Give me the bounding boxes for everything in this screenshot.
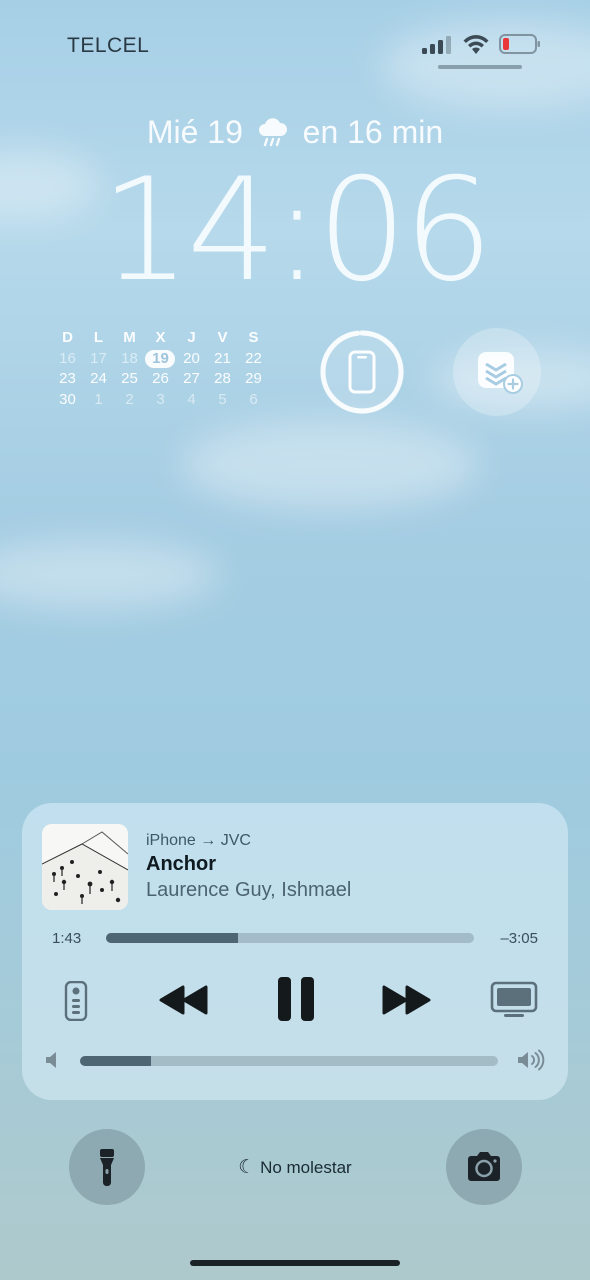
calendar-day: 1	[94, 390, 103, 408]
calendar-day: 2	[125, 390, 134, 408]
remaining-time: –3:05	[500, 930, 538, 947]
calendar-day: 16	[59, 349, 76, 367]
calendar-day: 5	[218, 390, 227, 408]
status-bar: TELCEL	[0, 0, 590, 80]
calendar-day: 28	[214, 370, 231, 387]
rain-cloud-icon	[258, 117, 287, 146]
calendar-day: 20	[183, 349, 200, 367]
calendar-header-row: D L M X J V S	[52, 328, 270, 349]
calendar-widget[interactable]: D L M X J V S 16 17 18 19 20 21 22 23 24…	[52, 328, 270, 410]
calendar-day: 18	[121, 349, 138, 367]
weekday-label: S	[248, 329, 259, 346]
calendar-day: 25	[121, 370, 138, 387]
remote-icon[interactable]	[64, 981, 88, 1021]
weekday-label: M	[123, 329, 136, 346]
weekday-label: D	[62, 329, 73, 346]
calendar-day: 6	[249, 390, 258, 408]
scrubber-fill	[106, 933, 239, 943]
weekday-label: L	[93, 329, 104, 346]
date-weather-line: Mié 19 en 16 min	[0, 112, 590, 151]
calendar-day: 4	[187, 390, 196, 408]
volume-low-icon	[46, 1052, 56, 1068]
calendar-day: 21	[214, 349, 231, 367]
song-artist: Laurence Guy, Ishmael	[146, 879, 352, 901]
date-label: Mié 19	[146, 114, 243, 151]
calendar-day: 17	[90, 349, 107, 367]
camera-button[interactable]	[446, 1129, 522, 1205]
carrier-label: TELCEL	[67, 34, 150, 57]
pause-button[interactable]	[276, 975, 316, 1023]
calendar-day: 23	[59, 370, 76, 387]
stack-add-icon	[478, 352, 523, 394]
calendar-day: 26	[152, 370, 169, 387]
control-center-handle[interactable]	[438, 65, 522, 69]
playback-scrubber[interactable]	[106, 933, 474, 943]
weekday-label: X	[155, 329, 166, 346]
weekday-label: V	[217, 329, 228, 346]
battery-widget[interactable]	[318, 328, 406, 416]
calendar-day: 30	[59, 390, 76, 408]
camera-icon	[468, 1152, 500, 1181]
home-indicator[interactable]	[190, 1260, 400, 1266]
today-label: 19	[152, 349, 169, 367]
fast-forward-button[interactable]	[380, 984, 432, 1016]
moon-icon: ☾	[238, 1157, 256, 1178]
calendar-day: 3	[156, 390, 165, 408]
focus-label: No molestar	[260, 1158, 352, 1177]
airplay-tv-icon[interactable]	[490, 981, 538, 1021]
calendar-day: 22	[245, 349, 262, 367]
now-playing-widget[interactable]: iPhone → JVC Anchor Laurence Guy, Ishmae…	[22, 803, 568, 1100]
volume-high-icon	[518, 1049, 545, 1071]
battery-icon	[499, 34, 540, 54]
airplay-route: iPhone → JVC	[146, 832, 251, 849]
weekday-label: J	[187, 329, 196, 346]
weather-label: en 16 min	[302, 114, 444, 151]
calendar-week-row: 30 1 2 3 4 5 6	[52, 390, 270, 411]
elapsed-time: 1:43	[52, 930, 82, 947]
rewind-button[interactable]	[158, 984, 210, 1016]
calendar-day: 24	[90, 370, 107, 387]
lock-clock: 14:06	[100, 148, 493, 313]
song-title: Anchor	[146, 853, 216, 875]
wifi-icon	[463, 35, 489, 54]
calendar-day-today: 19	[145, 349, 176, 370]
calendar-day: 27	[183, 370, 200, 387]
calendar-week-row: 23 24 25 26 27 28 29	[52, 369, 270, 390]
calendar-day: 29	[245, 370, 262, 387]
stack-widget[interactable]	[453, 328, 541, 416]
calendar-week-row: 16 17 18 19 20 21 22	[52, 349, 270, 370]
signal-icon	[422, 36, 451, 54]
volume-fill	[80, 1056, 152, 1066]
album-art[interactable]	[42, 824, 128, 910]
album-art-illustration	[42, 824, 128, 910]
volume-slider[interactable]	[80, 1056, 498, 1066]
